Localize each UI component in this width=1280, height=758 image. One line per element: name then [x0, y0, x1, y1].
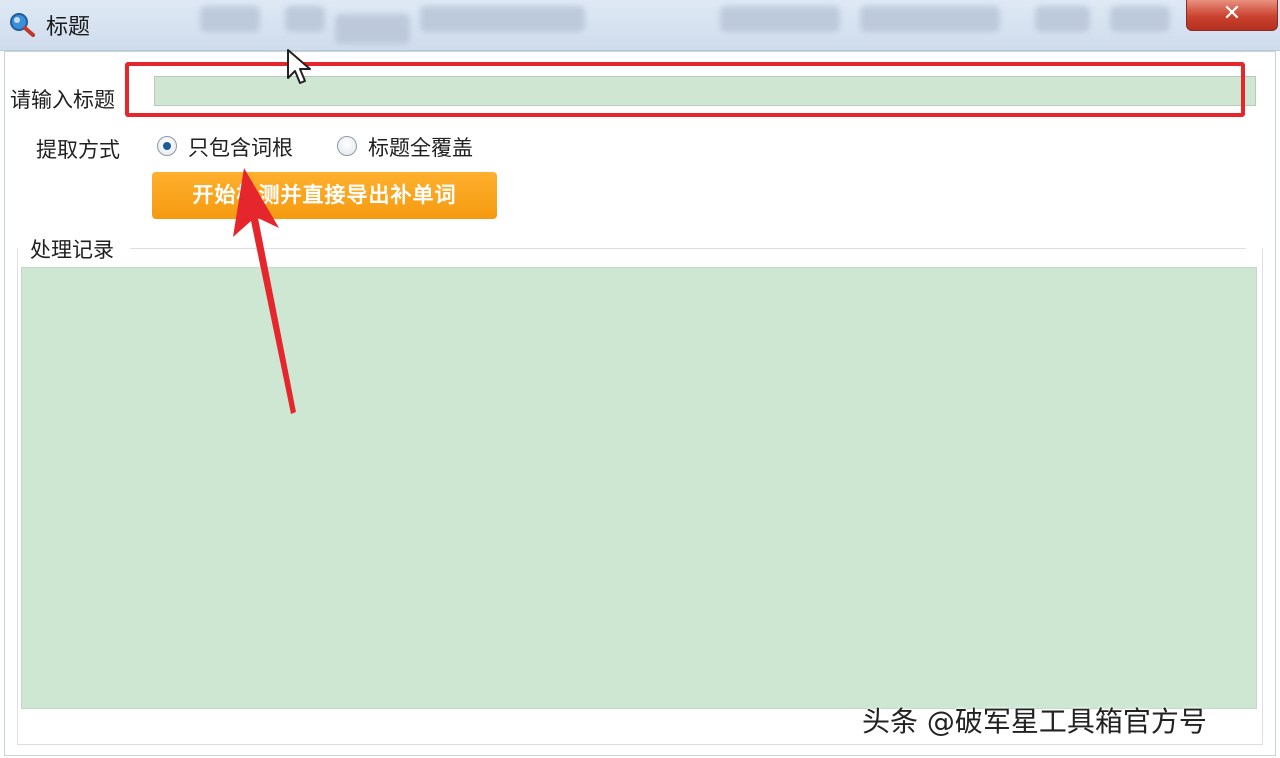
- annotation-arrow: [233, 168, 296, 414]
- watermark-text: 头条 @破军星工具箱官方号: [862, 705, 1207, 738]
- mouse-cursor-icon: [287, 49, 311, 84]
